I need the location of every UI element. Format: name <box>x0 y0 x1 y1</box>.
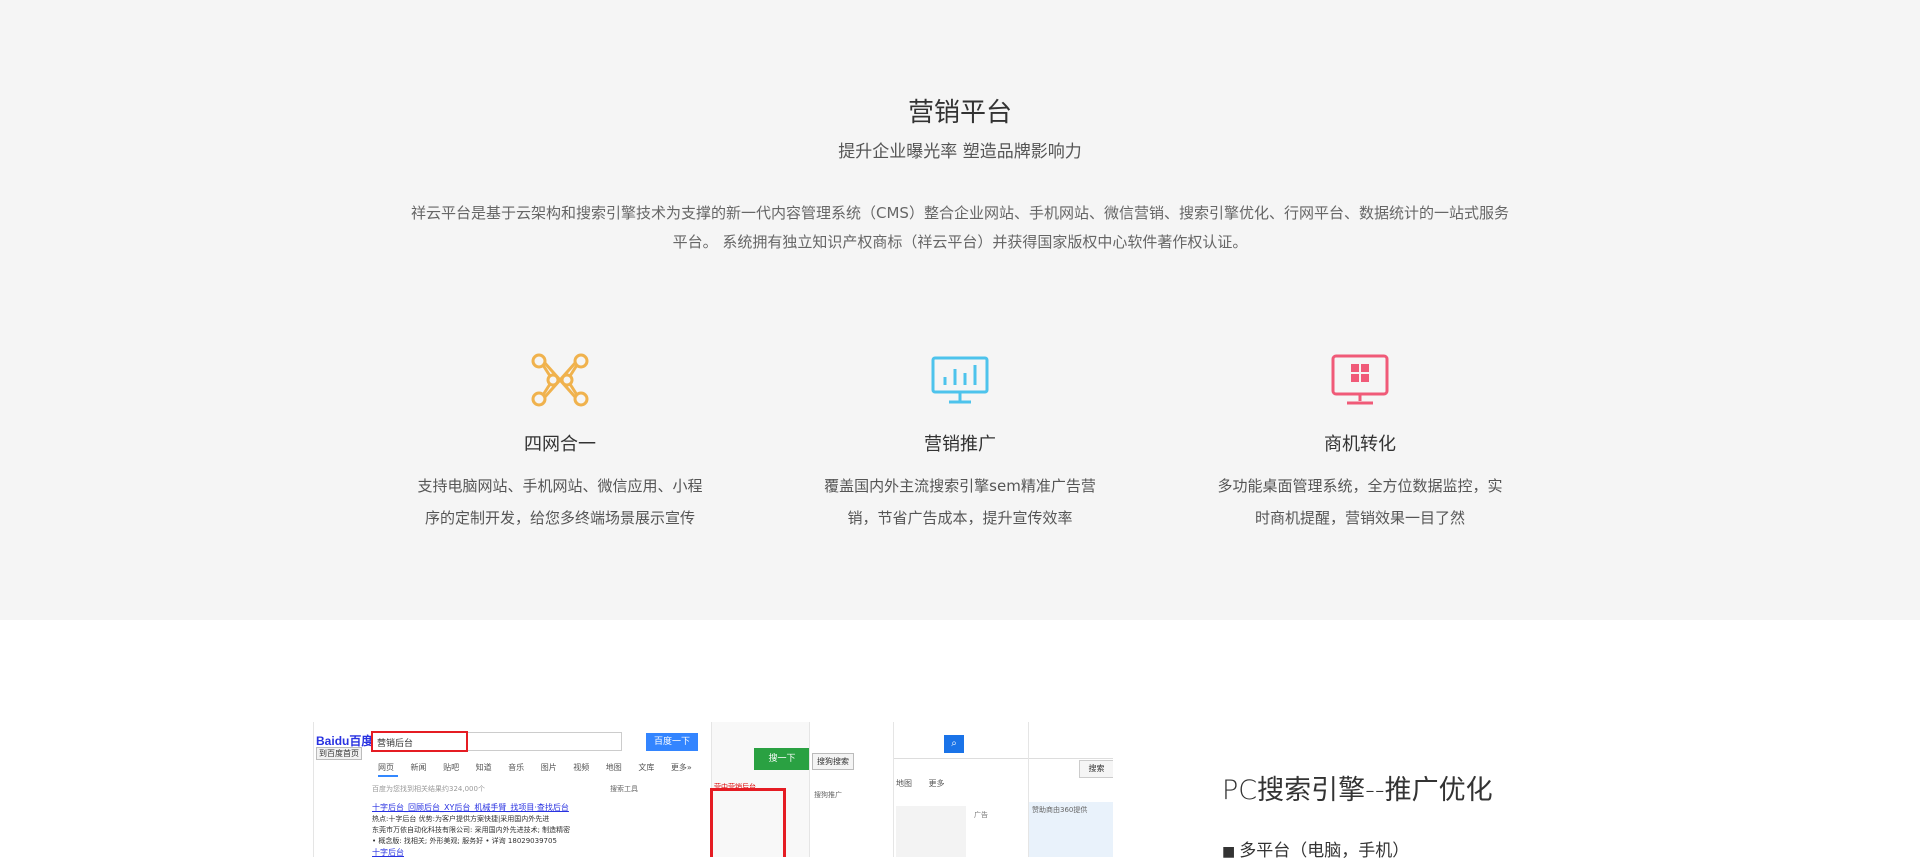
logo-text: 百度 <box>349 734 374 748</box>
ad-label: 广告 <box>974 811 988 819</box>
pc-seo-title: PC搜索引擎--推广优化 <box>1222 775 1493 806</box>
marketing-platform-section: 营销平台 提升企业曝光率 塑造品牌影响力 祥云平台是基于云架构和搜索引擎技术为支… <box>0 0 1920 620</box>
feature-list-item: ■ 多平台（电脑，手机） <box>1222 836 1409 861</box>
feature-text: 支持电脑网站、手机网站、微信应用、小程 序的定制开发，给您多终端场景展示宣传 <box>400 470 720 534</box>
bullet-icon: ■ <box>1222 844 1236 860</box>
search-tabs: 网页 新闻 贴吧 知道 音乐 图片 视频 地图 文库 更多» <box>378 763 692 772</box>
section-description: 祥云平台是基于云架构和搜索引擎技术为支撑的新一代内容管理系统（CMS）整合企业网… <box>372 199 1548 257</box>
feature-four-in-one: 四网合一 支持电脑网站、手机网站、微信应用、小程 序的定制开发，给您多终端场景展… <box>400 352 720 534</box>
feature-title: 四网合一 <box>524 434 596 455</box>
feature-title: 商机转化 <box>1324 434 1396 455</box>
feature-text: 覆盖国内外主流搜索引擎sem精准广告营 销，节省广告成本，提升宣传效率 <box>800 470 1120 534</box>
search-tools: 搜索工具 <box>610 785 638 793</box>
feature-title: 营销推广 <box>924 434 996 455</box>
result-link: 十字后台_回顾后台_XY后台_机械手臂_找项目·查找后台 <box>372 803 569 812</box>
search-button: 百度一下 <box>646 733 698 751</box>
logo-text: du <box>334 734 350 748</box>
query-highlight <box>371 731 468 752</box>
result-text: 热点:十字后台 优势:为客户提供方案快捷|采用国内外先进 <box>372 815 550 823</box>
feature-text-line: 多功能桌面管理系统，全方位数据监控，实 <box>1217 477 1503 495</box>
result-link: 十字后台 <box>372 848 404 857</box>
list-item-text: 多平台（电脑，手机） <box>1239 841 1410 861</box>
highlight-box <box>710 788 786 857</box>
monitor-windows-icon <box>1200 352 1520 408</box>
sogou-screenshot: 搜狗搜索 搜狗推广 <box>809 722 893 857</box>
feature-marketing-promotion: 营销推广 覆盖国内外主流搜索引擎sem精准广告营 销，节省广告成本，提升宣传效率 <box>800 352 1120 534</box>
result-text: • 概念版: 找相关; 外形美观; 服务好 • 详询 18029039705 <box>372 837 557 845</box>
feature-text-line: 支持电脑网站、手机网站、微信应用、小程 <box>417 477 703 495</box>
home-button: 到百度首页 <box>316 747 362 760</box>
active-tab-underline <box>378 775 398 777</box>
feature-text-line: 销，节省广告成本，提升宣传效率 <box>847 509 1073 527</box>
search-engine-screenshot-collage: Baidu百度 到百度首页 营销后台 百度一下 网页 新闻 贴吧 知道 音乐 图… <box>313 722 1113 857</box>
section-title: 营销平台 <box>907 98 1012 128</box>
search-screenshot-2: 搜一下 营中营销后台 <box>710 722 810 857</box>
search-screenshot-360: 搜索 赞助商由360提供 <box>1028 722 1113 857</box>
divider <box>894 758 1029 759</box>
ad-panel: 赞助商由360提供 <box>1029 802 1113 857</box>
search-icon: ⌕ <box>944 735 964 753</box>
result-count: 百度为您找到相关结果约324,000个 <box>372 785 485 793</box>
promo-label: 搜狗推广 <box>814 791 842 799</box>
search-button: 搜索 <box>1079 760 1113 778</box>
logo-text: Bai <box>316 734 335 748</box>
description-line-2: 平台。 系统拥有独立知识产权商标（祥云平台）并获得国家版权中心软件著作权认证。 <box>672 233 1248 251</box>
feature-text: 多功能桌面管理系统，全方位数据监控，实 时商机提醒，营销效果一目了然 <box>1200 470 1520 534</box>
side-panel <box>896 806 966 857</box>
network-nodes-icon <box>400 352 720 408</box>
feature-business-conversion: 商机转化 多功能桌面管理系统，全方位数据监控，实 时商机提醒，营销效果一目了然 <box>1200 352 1520 534</box>
feature-text-line: 时商机提醒，营销效果一目了然 <box>1254 509 1465 527</box>
section-subtitle: 提升企业曝光率 塑造品牌影响力 <box>838 142 1082 162</box>
search-screenshot-4: ⌕ 地图 更多 广告 <box>893 722 1029 857</box>
search-button: 搜狗搜索 <box>812 753 854 770</box>
nav-links: 地图 更多 <box>896 779 945 788</box>
result-text: 东莞市万依自动化科技有限公司: 采用国内外先进技术; 制造精密 <box>372 826 571 834</box>
feature-text-line: 序的定制开发，给您多终端场景展示宣传 <box>424 509 695 527</box>
description-line-1: 祥云平台是基于云架构和搜索引擎技术为支撑的新一代内容管理系统（CMS）整合企业网… <box>411 204 1509 222</box>
search-button: 搜一下 <box>754 748 810 770</box>
feature-text-line: 覆盖国内外主流搜索引擎sem精准广告营 <box>824 477 1096 495</box>
baidu-screenshot: Baidu百度 到百度首页 营销后台 百度一下 网页 新闻 贴吧 知道 音乐 图… <box>313 722 711 857</box>
presentation-chart-icon <box>800 352 1120 408</box>
